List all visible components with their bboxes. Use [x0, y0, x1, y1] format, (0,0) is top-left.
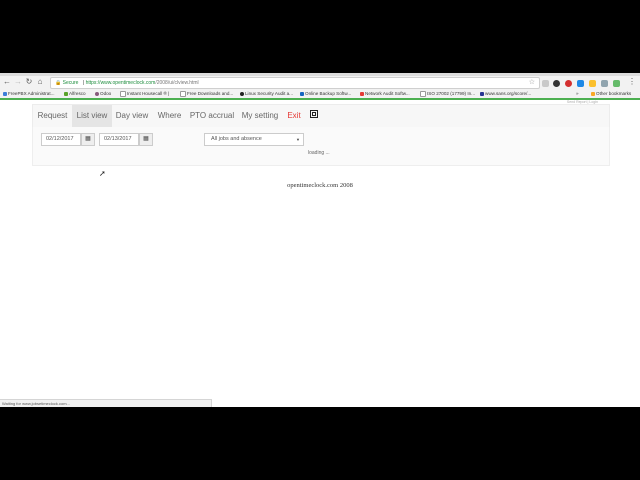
bookmark-item[interactable]: Free Downloads and... — [180, 89, 233, 98]
bookmark-item[interactable]: FreePBX Administrat... — [3, 89, 54, 98]
home-icon[interactable]: ⌂ — [35, 77, 45, 87]
bookmark-favicon-icon — [180, 90, 186, 97]
tab-where[interactable]: Where — [153, 105, 186, 127]
bookmark-favicon-icon — [3, 91, 7, 96]
job-select-value: All jobs and absence — [211, 136, 262, 142]
tab-pto-accrual[interactable]: PTO accrual — [187, 105, 237, 127]
extension-icon[interactable] — [589, 80, 596, 87]
bookmark-item[interactable]: Online Backup Softw... — [300, 89, 351, 98]
extension-icon[interactable] — [577, 80, 584, 87]
mouse-cursor-icon: ➚ — [99, 169, 106, 178]
secure-label: Secure — [62, 80, 79, 86]
browser-toolbar: ← → ↻ ⌂ 🔒 Secure | https://www.opentimec… — [0, 76, 640, 89]
bookmark-label: www.sans.org/score/... — [485, 91, 532, 96]
bookmark-item[interactable]: Alfresco — [64, 89, 86, 98]
menu-icon[interactable]: ⋮ — [627, 77, 637, 87]
extension-icon[interactable] — [601, 80, 608, 87]
calendar-icon[interactable]: ▦ — [139, 133, 153, 146]
reload-icon[interactable]: ↻ — [24, 77, 34, 87]
bookmark-favicon-icon — [95, 91, 99, 96]
bookmarks-bar: FreePBX Administrat... Alfresco Odoo Ins… — [0, 89, 640, 100]
bookmark-star-icon[interactable]: ☆ — [529, 78, 535, 88]
bookmark-label: Free Downloads and... — [187, 91, 234, 96]
address-bar[interactable]: 🔒 Secure | https://www.opentimeclock.com… — [50, 77, 540, 89]
screen-icon[interactable] — [310, 110, 318, 118]
page-content: Send Report | Login Request List view Da… — [0, 100, 640, 400]
bookmark-label: Odoo — [100, 91, 112, 96]
bookmark-favicon-icon — [240, 91, 244, 96]
bookmark-label: Linux Security Audit a... — [245, 91, 294, 96]
job-select[interactable]: All jobs and absence ▼ — [204, 133, 304, 146]
bookmark-favicon-icon — [120, 90, 126, 97]
extension-icon[interactable] — [565, 80, 572, 87]
bookmark-favicon-icon — [480, 91, 484, 96]
back-icon[interactable]: ← — [2, 77, 12, 87]
url-path: /2008/ui/clview.html — [155, 80, 199, 86]
tab-day-view[interactable]: Day view — [113, 105, 151, 127]
bookmark-favicon-icon — [300, 91, 304, 96]
bookmark-item[interactable]: Instant Housecall ® | — [120, 89, 169, 98]
bookmark-favicon-icon — [360, 91, 364, 96]
tab-exit[interactable]: Exit — [283, 105, 305, 127]
bookmark-overflow-icon[interactable]: » — [576, 89, 579, 98]
bookmark-label: Online Backup Softw... — [305, 91, 352, 96]
bookmark-label: Other bookmarks — [596, 91, 632, 96]
end-date-input[interactable]: 02/13/2017 — [99, 133, 139, 146]
extension-icon[interactable] — [613, 80, 620, 87]
bookmark-item[interactable]: Network Audit Softw... — [360, 89, 410, 98]
folder-icon — [591, 91, 595, 96]
bookmark-item[interactable]: ISO 27002 (17799) In... — [420, 89, 475, 98]
tab-request[interactable]: Request — [33, 105, 72, 127]
bookmark-label: Network Audit Softw... — [365, 91, 410, 96]
lock-icon: 🔒 — [55, 80, 62, 86]
url-separator: | — [82, 80, 85, 86]
status-bar: Waiting for www.jobsetimeclock.com... — [0, 399, 212, 407]
bookmark-label: FreePBX Administrat... — [8, 91, 55, 96]
dropdown-arrow-icon: ▼ — [296, 137, 300, 142]
browser-window: ← → ↻ ⌂ 🔒 Secure | https://www.opentimec… — [0, 73, 640, 407]
calendar-icon[interactable]: ▦ — [81, 133, 95, 146]
bookmark-favicon-icon — [420, 90, 426, 97]
filter-panel: 02/12/2017 ▦ 02/13/2017 ▦ All jobs and a… — [32, 127, 610, 166]
bookmark-item[interactable]: Linux Security Audit a... — [240, 89, 293, 98]
extension-icon[interactable] — [542, 80, 549, 87]
footer-text: opentimeclock.com 2008 — [287, 182, 353, 189]
main-nav: Request List view Day view Where PTO acc… — [32, 104, 610, 128]
bookmark-label: Alfresco — [69, 91, 86, 96]
bookmark-favicon-icon — [64, 91, 68, 96]
forward-icon[interactable]: → — [13, 77, 23, 87]
bookmark-item[interactable]: www.sans.org/score/... — [480, 89, 531, 98]
tab-list-view[interactable]: List view — [72, 105, 112, 127]
tab-my-setting[interactable]: My setting — [239, 105, 281, 127]
url-host: https://www.opentimeclock.com — [85, 80, 156, 86]
extension-icon[interactable] — [553, 80, 560, 87]
start-date-input[interactable]: 02/12/2017 — [41, 133, 81, 146]
loading-text: loading ... — [308, 150, 330, 156]
bookmark-item[interactable]: Odoo — [95, 89, 111, 98]
bookmark-label: Instant Housecall ® | — [127, 91, 170, 96]
bookmark-item[interactable]: Other bookmarks — [591, 89, 631, 98]
bookmark-label: ISO 27002 (17799) In... — [427, 91, 476, 96]
